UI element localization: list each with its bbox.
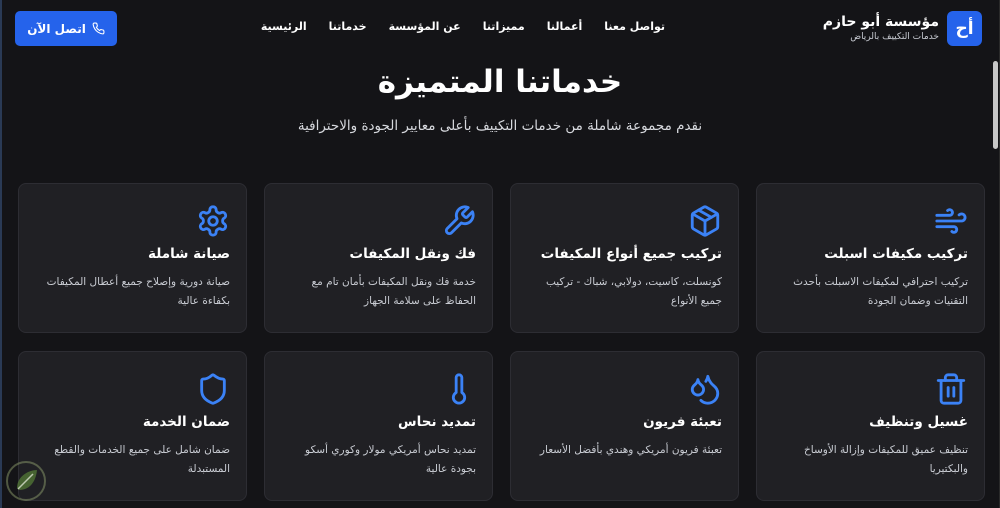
call-now-label: اتصل الآن [27, 21, 86, 36]
section-subtitle: نقدم مجموعة شاملة من خدمات التكييف بأعلى… [297, 118, 703, 134]
brand-name: مؤسسة أبو حازم [822, 14, 939, 30]
gear-icon [196, 204, 230, 238]
service-description: خدمة فك ونقل المكيفات بأمان تام مع الحفا… [311, 276, 476, 307]
nav-item-services[interactable]: خدماتنا [329, 20, 367, 33]
service-card[interactable]: صيانة شاملة صيانة دورية وإصلاح جميع أعطا… [18, 183, 247, 333]
wind-icon [934, 204, 968, 238]
services-grid: تركيب مكيفات اسبلت تركيب احترافي لمكيفات… [15, 183, 985, 501]
service-title: ضمان الخدمة [142, 414, 230, 430]
thermometer-icon [442, 372, 476, 406]
brand-subtitle: خدمات التكييف بالرياض [850, 32, 939, 42]
service-description: ضمان شامل على جميع الخدمات والقطع المستب… [54, 444, 230, 475]
service-card[interactable]: تركيب جميع أنواع المكيفات كونسلت، كاسيت،… [510, 183, 739, 333]
service-card[interactable]: ضمان الخدمة ضمان شامل على جميع الخدمات و… [18, 351, 247, 501]
service-title: تركيب جميع أنواع المكيفات [540, 246, 722, 262]
brand-logo: أح [947, 11, 982, 46]
trash-icon [934, 372, 968, 406]
droplets-icon [688, 372, 722, 406]
nav-item-home[interactable]: الرئيسية [261, 20, 307, 33]
service-title: تعبئة فريون [643, 414, 722, 430]
main-nav: الرئيسية خدماتنا عن المؤسسة مميزاتنا أعم… [261, 20, 665, 33]
service-title: صيانة شاملة [148, 246, 230, 262]
call-now-button[interactable]: اتصل الآن [15, 11, 117, 46]
service-card[interactable]: تعبئة فريون تعبئة فريون أمريكي وهندي بأف… [510, 351, 739, 501]
nav-item-contact[interactable]: تواصل معنا [604, 20, 665, 33]
shield-icon [196, 372, 230, 406]
service-description: كونسلت، كاسيت، دولابي، شباك - تركيب جميع… [545, 276, 722, 307]
section-title: خدماتنا المتميزة [377, 64, 623, 100]
service-description: تركيب احترافي لمكيفات الاسبلت بأحدث التق… [793, 276, 968, 307]
site-header: أح مؤسسة أبو حازم خدمات التكييف بالرياض … [0, 0, 1000, 58]
service-title: فك ونقل المكيفات [349, 246, 477, 262]
leaf-watermark-icon [6, 461, 46, 501]
service-description: صيانة دورية وإصلاح جميع أعطال المكيفات ب… [46, 276, 230, 307]
scrollbar-thumb[interactable] [993, 61, 998, 149]
page-scrollbar[interactable] [992, 58, 998, 498]
service-card[interactable]: تركيب مكيفات اسبلت تركيب احترافي لمكيفات… [756, 183, 985, 333]
service-card[interactable]: فك ونقل المكيفات خدمة فك ونقل المكيفات ب… [264, 183, 493, 333]
service-title: تمديد نحاس [398, 414, 476, 430]
service-card[interactable]: غسيل وتنظيف تنظيف عميق للمكيفات وإزالة ا… [756, 351, 985, 501]
service-description: تنظيف عميق للمكيفات وإزالة الأوساخ والبك… [803, 444, 968, 475]
service-card[interactable]: تمديد نحاس تمديد نحاس أمريكي مولار وكوري… [264, 351, 493, 501]
phone-icon [92, 22, 105, 35]
service-description: تمديد نحاس أمريكي مولار وكوري أسكو بجودة… [305, 444, 476, 475]
brand[interactable]: أح مؤسسة أبو حازم خدمات التكييف بالرياض [823, 11, 982, 46]
brand-text: مؤسسة أبو حازم خدمات التكييف بالرياض [823, 13, 939, 44]
service-description: تعبئة فريون أمريكي وهندي بأفضل الأسعار [539, 444, 722, 456]
wrench-icon [442, 204, 476, 238]
nav-item-features[interactable]: مميزاتنا [483, 20, 525, 33]
box-icon [688, 204, 722, 238]
nav-item-works[interactable]: أعمالنا [547, 20, 583, 33]
service-title: غسيل وتنظيف [869, 414, 968, 430]
nav-item-about[interactable]: عن المؤسسة [389, 20, 461, 33]
service-title: تركيب مكيفات اسبلت [824, 246, 968, 262]
